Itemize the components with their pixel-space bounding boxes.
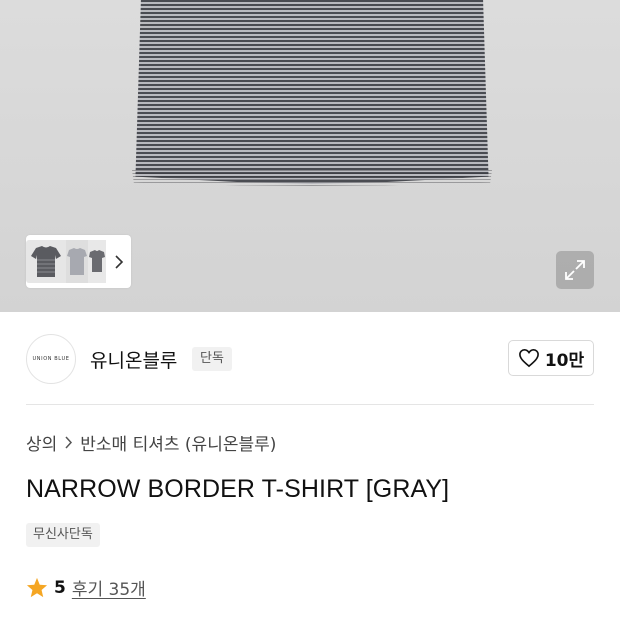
tshirt-thumbnail-icon (67, 248, 87, 275)
thumbnail-1[interactable] (26, 240, 66, 283)
breadcrumb-category[interactable]: 상의 (26, 430, 57, 455)
tshirt-thumbnail-icon (89, 250, 105, 272)
expand-button[interactable] (556, 251, 594, 289)
brand-row: UNION BLUE 유니온블루 단독 10만 (0, 312, 620, 404)
expand-icon (565, 260, 585, 280)
breadcrumb: 상의 반소매 티셔츠 (유니온블루) (26, 430, 276, 455)
rating-score: 5 (54, 577, 66, 598)
like-count: 10만 (544, 350, 585, 371)
chevron-right-icon (64, 436, 73, 449)
product-title: NARROW BORDER T-SHIRT [GRAY] (26, 475, 450, 503)
heart-icon (518, 348, 539, 368)
brand-logo-text: UNION BLUE (32, 356, 70, 362)
thumbnail-3[interactable] (88, 240, 106, 283)
product-image-hem (132, 170, 492, 186)
exclusive-badge: 무신사단독 (26, 523, 100, 547)
brand-name[interactable]: 유니온블루 (90, 346, 177, 373)
rating-row: 5 후기 35개 (26, 575, 146, 600)
brand-exclusive-badge: 단독 (192, 347, 232, 371)
star-icon (26, 577, 48, 598)
chevron-right-icon[interactable] (110, 251, 128, 273)
divider (26, 404, 594, 405)
product-image (135, 0, 489, 184)
product-image-gallery[interactable] (0, 0, 620, 312)
tshirt-thumbnail-icon (31, 246, 61, 277)
breadcrumb-subcategory[interactable]: 반소매 티셔츠 (유니온블루) (80, 430, 276, 455)
thumbnail-strip[interactable] (26, 235, 131, 288)
review-count-link[interactable]: 후기 35개 (72, 575, 146, 600)
like-button[interactable]: 10만 (508, 340, 594, 376)
thumbnail-2[interactable] (66, 240, 88, 283)
brand-logo[interactable]: UNION BLUE (26, 334, 76, 384)
